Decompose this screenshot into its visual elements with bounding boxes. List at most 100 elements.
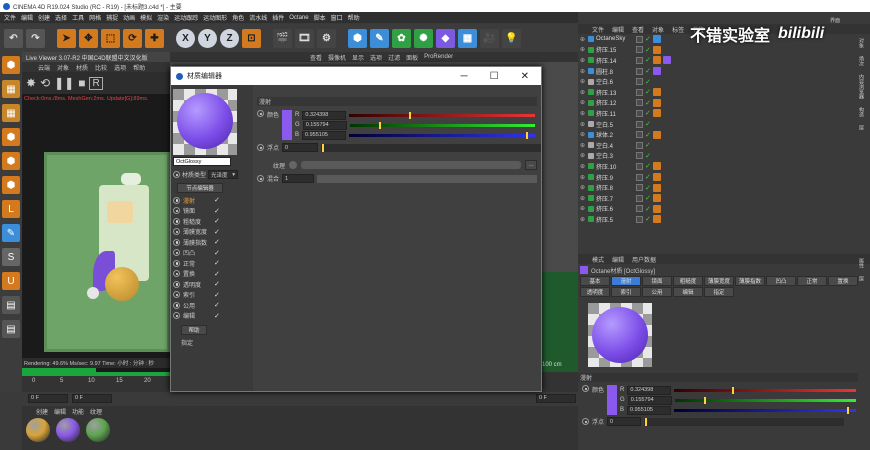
object-row[interactable]: ⊕ 挤压.10 ✓	[580, 161, 870, 172]
object-name[interactable]: 挤压.15	[596, 45, 634, 54]
coord-system-button[interactable]: ⊡	[242, 28, 261, 48]
visibility-check-icon[interactable]: ✓	[645, 215, 651, 223]
frame-end-field[interactable]: 0 F	[536, 393, 576, 403]
visibility-check-icon[interactable]: ✓	[645, 152, 651, 160]
b-slider[interactable]	[349, 131, 536, 139]
channel-radio[interactable]	[173, 207, 180, 215]
expand-icon[interactable]: ⊕	[580, 216, 586, 223]
menu-item[interactable]: 窗口	[331, 13, 343, 22]
x-axis-button[interactable]: X	[176, 28, 195, 48]
layout-label[interactable]: 界面	[830, 17, 840, 24]
channel-item[interactable]: 索引 ✓	[171, 290, 253, 301]
subdivision-button[interactable]: ✿	[392, 28, 411, 48]
minimize-icon[interactable]: ─	[461, 71, 468, 82]
undo-button[interactable]: ↶	[4, 28, 23, 48]
channel-radio[interactable]	[173, 196, 180, 204]
object-manager-menu-item[interactable]: 文件	[592, 25, 604, 34]
viewport-menu-item[interactable]: 过滤	[388, 53, 400, 62]
object-manager-menu-item[interactable]: 标签	[672, 25, 684, 34]
redo-button[interactable]: ↷	[26, 28, 45, 48]
attr-g-field[interactable]: 0.155794	[627, 395, 672, 405]
object-row[interactable]: ⊕ 空白.6 ✓	[580, 76, 870, 87]
layer-swatch[interactable]	[636, 152, 643, 160]
channel-radio[interactable]	[173, 301, 180, 309]
attribute-tab[interactable]: 正常	[797, 276, 827, 286]
visibility-check-icon[interactable]: ✓	[645, 184, 651, 192]
visibility-check-icon[interactable]: ✓	[645, 56, 651, 64]
visibility-check-icon[interactable]: ✓	[645, 173, 651, 181]
attribute-tab[interactable]: 漫射	[611, 276, 641, 286]
l-bracket-icon[interactable]: L	[2, 200, 20, 218]
object-row[interactable]: ⊕ 空白.5 ✓	[580, 119, 870, 130]
viewport-menu-item[interactable]: 查看	[310, 53, 322, 62]
attribute-tab[interactable]: 索引	[611, 287, 641, 297]
cube-button[interactable]: ⬢	[348, 28, 367, 48]
material-ball[interactable]	[86, 418, 110, 442]
visibility-check-icon[interactable]: ✓	[645, 35, 651, 43]
attribute-float-slider[interactable]	[644, 417, 845, 426]
attr-r-field[interactable]: 0.324398	[627, 385, 672, 395]
material-ball[interactable]	[56, 418, 80, 442]
maximize-icon[interactable]: ☐	[490, 71, 499, 82]
y-axis-button[interactable]: Y	[198, 28, 217, 48]
attribute-float-field[interactable]: 0	[607, 417, 642, 426]
material-manager-menu-item[interactable]: 功能	[72, 407, 84, 416]
close-icon[interactable]: ✕	[521, 71, 529, 82]
material-name-field[interactable]: OctGlossy	[173, 157, 231, 166]
attr-b-slider[interactable]	[674, 406, 857, 414]
texture-arrow-icon[interactable]	[289, 161, 298, 169]
layer-swatch[interactable]	[636, 109, 643, 117]
menu-item[interactable]: 流水线	[249, 13, 267, 22]
object-name[interactable]: 挤压.9	[596, 173, 634, 182]
magnet-icon[interactable]: U	[2, 272, 20, 290]
channel-item[interactable]: 漫射 ✓	[171, 195, 253, 206]
object-name[interactable]: 挤压.6	[596, 204, 634, 213]
object-name[interactable]: 挤压.7	[596, 194, 634, 203]
object-name[interactable]: 挤压.12	[596, 98, 634, 107]
menu-item[interactable]: 捕捉	[106, 13, 118, 22]
expand-icon[interactable]: ⊕	[580, 46, 586, 53]
channel-item[interactable]: 薄膜宽度 ✓	[171, 227, 253, 238]
attribute-tab[interactable]: 编辑	[673, 287, 703, 297]
material-manager-menu-item[interactable]: 创建	[36, 407, 48, 416]
checkmark-icon[interactable]: ✓	[214, 207, 220, 215]
object-name[interactable]: 空白.4	[596, 141, 634, 150]
menu-item[interactable]: 文件	[4, 13, 16, 22]
channel-radio[interactable]	[173, 249, 180, 257]
attribute-float-radio[interactable]	[582, 418, 589, 425]
checkmark-icon[interactable]: ✓	[214, 196, 220, 204]
material-tag-icon[interactable]	[652, 162, 661, 171]
cube-icon[interactable]: ⬢	[2, 128, 20, 146]
attribute-menu-item[interactable]: 用户数据	[632, 255, 656, 264]
object-row[interactable]: ⊕ 挤压.11 ✓	[580, 108, 870, 119]
layer-swatch[interactable]	[636, 99, 643, 107]
layer-swatch[interactable]	[636, 56, 643, 64]
attr-g-slider[interactable]	[674, 396, 857, 404]
object-name[interactable]: OctaneSky	[596, 36, 634, 42]
live-viewer-menu-item[interactable]: 材质	[76, 63, 88, 72]
texture-slot[interactable]	[301, 161, 522, 169]
viewport-menu-item[interactable]: ProRender	[424, 54, 453, 60]
object-name[interactable]: 挤压.5	[596, 215, 634, 224]
checkmark-icon[interactable]: ✓	[214, 228, 220, 236]
camera-button[interactable]: 🎥	[480, 28, 499, 48]
live-viewer-menu-item[interactable]: 选项	[114, 63, 126, 72]
object-name[interactable]: 空白.5	[596, 120, 634, 129]
live-viewer-menu-item[interactable]: 帮助	[133, 63, 145, 72]
object-manager-menu-item[interactable]: 编辑	[612, 25, 624, 34]
object-name[interactable]: 挤压.8	[596, 183, 634, 192]
expand-icon[interactable]: ⊕	[580, 152, 586, 159]
add-tool-button[interactable]: ✚	[145, 28, 164, 48]
menu-item[interactable]: 创建	[38, 13, 50, 22]
material-tag-icon[interactable]	[652, 67, 661, 76]
expand-icon[interactable]: ⊕	[580, 205, 586, 212]
b-field[interactable]: 0.955105	[302, 130, 347, 140]
scale-tool-button[interactable]: ⬚	[101, 28, 120, 48]
checkmark-icon[interactable]: ✓	[214, 270, 220, 278]
object-name[interactable]: 球体.2	[596, 130, 634, 139]
channel-radio[interactable]	[173, 238, 180, 246]
layer-swatch[interactable]	[636, 120, 643, 128]
mix-field[interactable]: 1	[282, 174, 315, 183]
menu-item[interactable]: 选择	[55, 13, 67, 22]
material-tag-icon[interactable]	[652, 45, 661, 54]
